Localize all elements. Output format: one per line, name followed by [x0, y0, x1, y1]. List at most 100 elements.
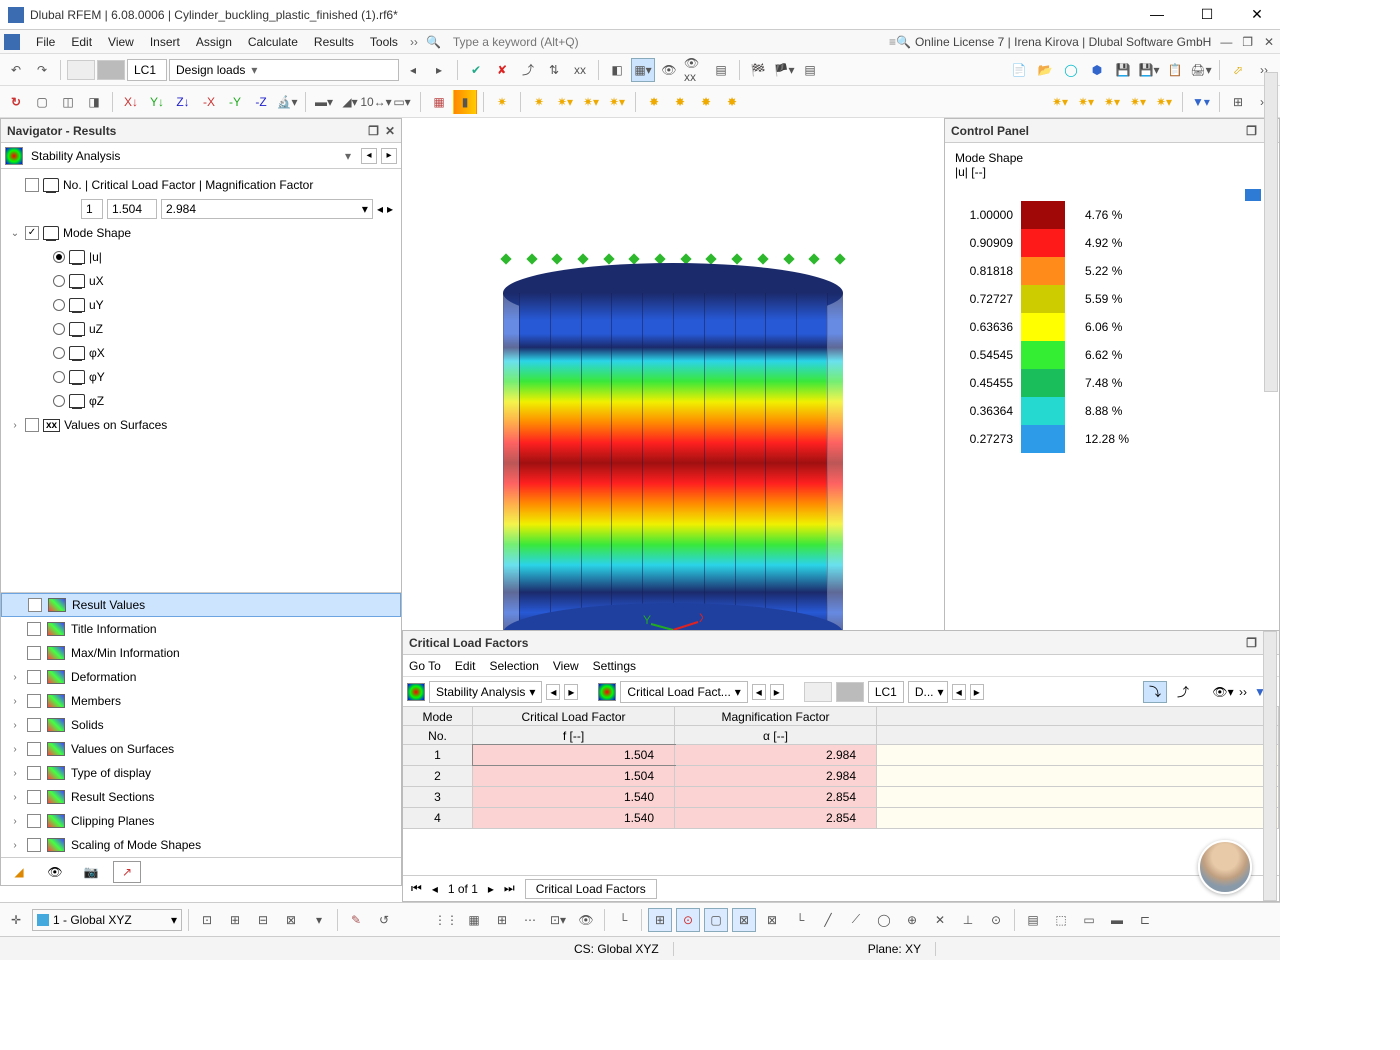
tool-new-icon[interactable]: 📄 [1007, 58, 1031, 82]
clf-tab[interactable]: Critical Load Factors [525, 879, 657, 899]
expand-icon[interactable]: › [9, 816, 21, 827]
table-row[interactable]: 11.5042.984 [403, 745, 1279, 766]
clf-prev1[interactable]: ◂ [546, 684, 560, 700]
navigator-detach-icon[interactable]: ❐ [368, 124, 379, 138]
tool2-s8-icon[interactable]: ✸ [694, 90, 718, 114]
menu-overflow-icon[interactable]: ›› [406, 35, 422, 49]
cp-scrollbar[interactable] [1264, 72, 1278, 392]
tool-cube-icon[interactable]: ⬢ [1085, 58, 1109, 82]
radio[interactable] [53, 347, 65, 359]
tool2-ny-icon[interactable]: -Y [223, 90, 247, 114]
nav-bottom-item[interactable]: ›Result Sections [1, 785, 401, 809]
bt-13[interactable]: └ [611, 908, 635, 932]
radio[interactable] [53, 251, 65, 263]
minimize-button[interactable]: — [1142, 6, 1172, 23]
bt-17[interactable]: ▬ [1105, 908, 1129, 932]
checkbox[interactable] [27, 790, 41, 804]
bt-1[interactable]: ⊡ [195, 908, 219, 932]
tool2-box3-icon[interactable]: ◨ [82, 90, 106, 114]
close-button[interactable]: ✕ [1242, 6, 1272, 23]
combo-prev[interactable]: ◂ [377, 202, 383, 216]
tool2-s9-icon[interactable]: ✸ [720, 90, 744, 114]
maximize-button[interactable]: ☐ [1192, 6, 1222, 23]
clf-menu-selection[interactable]: Selection [490, 659, 539, 673]
tool-d-icon[interactable]: ◧ [605, 58, 629, 82]
tool-b-icon[interactable]: ⇅ [542, 58, 566, 82]
cp-detach-icon[interactable]: ❐ [1246, 124, 1257, 138]
clf-scrollbar[interactable] [1263, 707, 1277, 875]
expand-icon[interactable]: › [9, 672, 21, 683]
tool2-s6-icon[interactable]: ✸ [642, 90, 666, 114]
menu-insert[interactable]: Insert [142, 35, 188, 49]
tool2-filter-icon[interactable]: ▼▾ [1189, 90, 1213, 114]
tool2-grid-icon[interactable]: ⊞ [1226, 90, 1250, 114]
expand-icon[interactable]: › [9, 792, 21, 803]
bt-16[interactable]: ▭ [1077, 908, 1101, 932]
expand-icon[interactable]: ⌄ [9, 228, 21, 239]
menu-tools[interactable]: Tools [362, 35, 406, 49]
checkbox[interactable] [27, 670, 41, 684]
bt-snap-g[interactable]: ✕ [928, 908, 952, 932]
bt-2[interactable]: ⊞ [223, 908, 247, 932]
table-row[interactable]: 41.5402.854 [403, 808, 1279, 829]
bt-18[interactable]: ⊏ [1133, 908, 1157, 932]
clf-combo-table[interactable]: Critical Load Fact...▾ [620, 681, 747, 703]
tool2-star1-icon[interactable]: ✷ [490, 90, 514, 114]
nav-bottom-item[interactable]: Max/Min Information [1, 641, 401, 665]
table-row[interactable]: 21.5042.984 [403, 766, 1279, 787]
tool-cross-icon[interactable]: ✘ [490, 58, 514, 82]
tool-save-icon[interactable]: 💾▾ [1137, 58, 1161, 82]
bt-snap-b[interactable]: └ [788, 908, 812, 932]
cell-a[interactable]: 2.984 [675, 745, 877, 765]
clf-swatch2[interactable] [836, 682, 864, 702]
expand-icon[interactable]: › [9, 720, 21, 731]
nav-bottom-item[interactable]: ›Members [1, 689, 401, 713]
navigator-next-button[interactable]: ▸ [381, 148, 397, 164]
tool2-mesh-icon[interactable]: ▦ [427, 90, 451, 114]
tool2-star5-icon[interactable]: ✷▾ [605, 90, 629, 114]
color-swatch-1[interactable] [67, 60, 95, 80]
tool-arrow-icon[interactable]: ⬀ [1226, 58, 1250, 82]
bt-snap-magnet[interactable]: ⊙ [676, 908, 700, 932]
tool2-refresh-icon[interactable]: ↻ [4, 90, 28, 114]
tool-f-icon[interactable]: 👁xx [683, 58, 707, 82]
clf-menu-view[interactable]: View [553, 659, 579, 673]
tool2-z-icon[interactable]: Z↓ [171, 90, 195, 114]
menu-file[interactable]: File [28, 35, 63, 49]
loadcase-name-combo[interactable]: Design loads▾ [169, 59, 399, 81]
navigator-type-icon[interactable] [5, 147, 23, 165]
checkbox[interactable] [27, 814, 41, 828]
combo-f[interactable]: 1.504 [107, 199, 157, 219]
tree-component-row[interactable]: uZ [1, 317, 401, 341]
tool-a-icon[interactable]: ⤴ [516, 58, 540, 82]
bt-snap-e[interactable]: ◯ [872, 908, 896, 932]
tool-c-icon[interactable]: xx [568, 58, 592, 82]
th-no[interactable]: No. [403, 726, 473, 744]
clf-overflow[interactable]: ›› [1239, 685, 1247, 699]
clf-next1[interactable]: ▸ [564, 684, 578, 700]
clf-next3[interactable]: ▸ [970, 684, 984, 700]
page-first-icon[interactable]: ⏮ [411, 881, 422, 896]
tool-flag2-icon[interactable]: 🏴▾ [772, 58, 796, 82]
tree-component-row[interactable]: |u| [1, 245, 401, 269]
checkbox[interactable] [25, 178, 39, 192]
tool2-box1-icon[interactable]: ▢ [30, 90, 54, 114]
clf-next2[interactable]: ▸ [770, 684, 784, 700]
clf-swatch1[interactable] [804, 682, 832, 702]
tree-component-row[interactable]: φY [1, 365, 401, 389]
tool-eye-icon[interactable]: 👁 [657, 58, 681, 82]
bt-snap-x[interactable]: ⊠ [732, 908, 756, 932]
bt-snap-h[interactable]: ⊥ [956, 908, 980, 932]
checkbox[interactable] [25, 226, 39, 240]
th-mode[interactable]: Mode [403, 707, 473, 725]
bt-15[interactable]: ⬚ [1049, 908, 1073, 932]
tool2-p4-icon[interactable]: ▭▾ [390, 90, 414, 114]
tool-disk-icon[interactable]: 💾 [1111, 58, 1135, 82]
bt-8[interactable]: ⋮⋮ [434, 908, 458, 932]
search-input[interactable] [449, 33, 729, 51]
nav-bottom-item[interactable]: ›Scaling of Mode Shapes [1, 833, 401, 857]
tree-row-modeshape[interactable]: ⌄ Mode Shape [1, 221, 401, 245]
cell-f[interactable]: 1.540 [473, 787, 675, 807]
tree-row-values-surfaces[interactable]: › xx Values on Surfaces [1, 413, 401, 437]
checkbox[interactable] [27, 694, 41, 708]
